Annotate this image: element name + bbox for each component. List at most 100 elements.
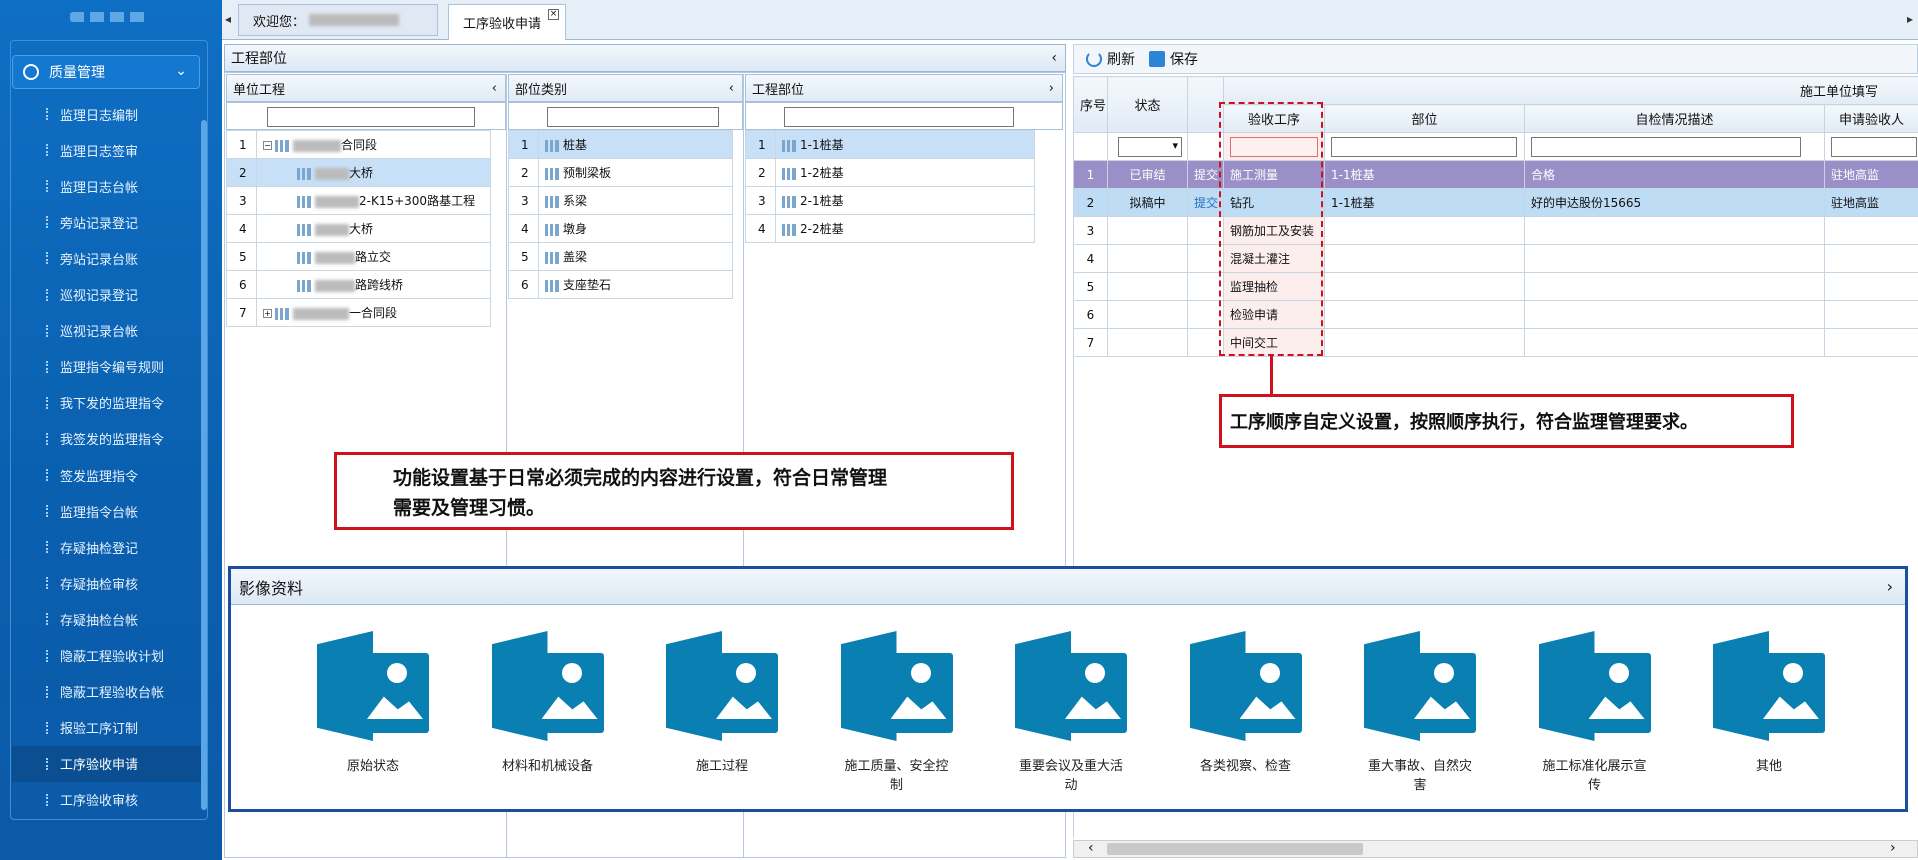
media-category[interactable]: 各类视察、检查 (1176, 631, 1316, 774)
table-row[interactable]: 4 大桥 (226, 214, 491, 243)
table-row[interactable]: 5 路立交 (226, 242, 491, 271)
tab-welcome[interactable]: 欢迎您： (238, 4, 438, 36)
table-row[interactable]: 1 桩基 (508, 130, 733, 159)
media-category[interactable]: 重要会议及重大活动 (1001, 631, 1141, 793)
table-row[interactable]: 2 大桥 (226, 158, 491, 187)
sidebar-scrollbar[interactable] (201, 120, 207, 810)
table-row[interactable]: 2 预制梁板 (508, 158, 733, 187)
project-part-panel-header: 工程部位 ‹ (224, 44, 1066, 72)
row-number: 3 (508, 186, 539, 215)
sidebar-item[interactable]: 工序验收申请 (12, 745, 202, 782)
node-icon (782, 167, 796, 180)
tab-scroll-left-icon[interactable]: ◂ (222, 4, 234, 34)
table-row[interactable]: 4 墩身 (508, 214, 733, 243)
media-category[interactable]: 重大事故、自然灾害 (1350, 631, 1490, 793)
sidebar-item[interactable]: 巡视记录登记 (12, 277, 202, 313)
sidebar-item[interactable]: 存疑抽检台帐 (12, 601, 202, 637)
sidebar-item[interactable]: 隐蔽工程验收计划 (12, 638, 202, 674)
picture-frame (1408, 653, 1476, 733)
status-filter-select[interactable]: ▾ (1118, 136, 1182, 157)
category-header-label: 部位类别 (515, 82, 568, 98)
expand-media-icon[interactable]: › (1887, 577, 1893, 596)
scrollbar-thumb[interactable] (1107, 843, 1363, 855)
grid-row[interactable]: 2 拟稿中 提交 钻孔 1-1桩基 好的申达股份15665 驻地高监 (1073, 188, 1918, 217)
row-label-cell: 路跨线桥 (256, 270, 491, 299)
sidebar-item[interactable]: 存疑抽检审核 (12, 565, 202, 601)
sidebar-item-label: 监理指令台帐 (60, 505, 139, 521)
image-folder-icon (1538, 631, 1651, 741)
tab-process-acceptance[interactable]: 工序验收申请 × (448, 4, 566, 40)
sidebar-item[interactable]: 监理日志台帐 (12, 168, 202, 204)
table-row[interactable]: 3 2-K15+300路基工程 (226, 186, 491, 215)
sidebar-item-label: 存疑抽检登记 (60, 541, 139, 557)
grid-row[interactable]: 4 混凝土灌注 (1073, 244, 1918, 273)
row-label-cell: 2-2桩基 (775, 214, 1035, 243)
collapse-unit-icon[interactable]: ‹ (492, 81, 497, 96)
scroll-right-icon[interactable]: › (1890, 840, 1896, 856)
sidebar-item[interactable]: 巡视记录台帐 (12, 313, 202, 349)
grid-filter-row: ▾ (1073, 132, 1918, 161)
close-icon[interactable]: × (548, 9, 559, 20)
refresh-button[interactable]: 刷新 (1086, 49, 1135, 69)
category-filter-input[interactable] (547, 107, 719, 127)
sidebar-item[interactable]: 我下发的监理指令 (12, 385, 202, 421)
media-label-line2: 害 (1413, 778, 1427, 793)
media-category[interactable]: 其他 (1699, 631, 1839, 774)
sidebar-item[interactable]: 旁站记录登记 (12, 204, 202, 240)
table-row[interactable]: 6 路跨线桥 (226, 270, 491, 299)
expand-icon[interactable]: + (263, 309, 272, 318)
sidebar-item-label: 监理日志台帐 (60, 180, 139, 196)
part-filter-input[interactable] (1331, 136, 1517, 157)
tab-scroll-right-icon[interactable]: ▸ (1904, 4, 1916, 34)
bullet-icon (46, 505, 50, 518)
sidebar-item[interactable]: 监理日志签审 (12, 132, 202, 168)
sidebar-item[interactable]: 签发监理指令 (12, 457, 202, 493)
applicant-filter-input[interactable] (1831, 136, 1917, 157)
media-panel-header: 影像资料 › (231, 569, 1905, 605)
collapse-category-icon[interactable]: ‹ (729, 81, 734, 96)
sidebar-item[interactable]: 隐蔽工程验收台帐 (12, 674, 202, 710)
sidebar-item[interactable]: 监理指令台帐 (12, 493, 202, 529)
collapse-icon[interactable]: − (263, 141, 272, 150)
name-redacted (293, 307, 349, 320)
table-row[interactable]: 3 系梁 (508, 186, 733, 215)
table-row[interactable]: 5 盖梁 (508, 242, 733, 271)
node-icon (545, 195, 559, 208)
sidebar-item[interactable]: 存疑抽检登记 (12, 529, 202, 565)
sidebar-item[interactable]: 监理指令编号规则 (12, 349, 202, 385)
row-label-cell: 盖梁 (538, 242, 733, 271)
media-category[interactable]: 施工标准化展示宣传 (1525, 631, 1665, 793)
scroll-left-icon[interactable]: ‹ (1088, 840, 1094, 856)
sidebar-item[interactable]: 旁站记录台账 (12, 240, 202, 276)
expand-part-icon[interactable]: › (1049, 81, 1054, 96)
collapse-left-icon[interactable]: ‹ (1051, 50, 1057, 66)
grid-row[interactable]: 3 钢筋加工及安装 (1073, 216, 1918, 245)
unit-filter-input[interactable] (267, 107, 475, 127)
table-row[interactable]: 4 2-2桩基 (745, 214, 1035, 243)
sidebar-item[interactable]: 报验工序订制 (12, 710, 202, 746)
media-category[interactable]: 材料和机械设备 (478, 631, 618, 774)
sun-shape (1434, 663, 1454, 683)
media-category[interactable]: 施工质量、安全控制 (827, 631, 967, 793)
table-row[interactable]: 3 2-1桩基 (745, 186, 1035, 215)
save-button[interactable]: 保存 (1149, 49, 1198, 69)
sidebar-item[interactable]: 监理日志编制 (12, 96, 202, 132)
table-row[interactable]: 1 1-1桩基 (745, 130, 1035, 159)
table-row[interactable]: 2 1-2桩基 (745, 158, 1035, 187)
bullet-icon (46, 577, 50, 590)
media-category[interactable]: 施工过程 (652, 631, 792, 774)
sun-shape (387, 663, 407, 683)
media-category[interactable]: 原始状态 (303, 631, 443, 774)
desc-filter-input[interactable] (1531, 136, 1801, 157)
table-row[interactable]: 7 + 一合同段 (226, 298, 491, 327)
col-part: 部位 (1324, 104, 1525, 133)
sidebar-item-label: 隐蔽工程验收计划 (60, 650, 165, 665)
table-row[interactable]: 1− 合同段 (226, 130, 491, 159)
row-label-cell: 支座垫石 (538, 270, 733, 299)
sidebar-item[interactable]: 工序验收审核 (12, 782, 202, 818)
menu-section-quality[interactable]: 质量管理 ⌄ (12, 55, 200, 89)
table-row[interactable]: 6 支座垫石 (508, 270, 733, 299)
part-filter-input[interactable] (784, 107, 1014, 127)
sidebar-item[interactable]: 我签发的监理指令 (12, 421, 202, 457)
grid-row[interactable]: 1 已审结 提交 施工测量 1-1桩基 合格 驻地高监 (1073, 160, 1918, 189)
